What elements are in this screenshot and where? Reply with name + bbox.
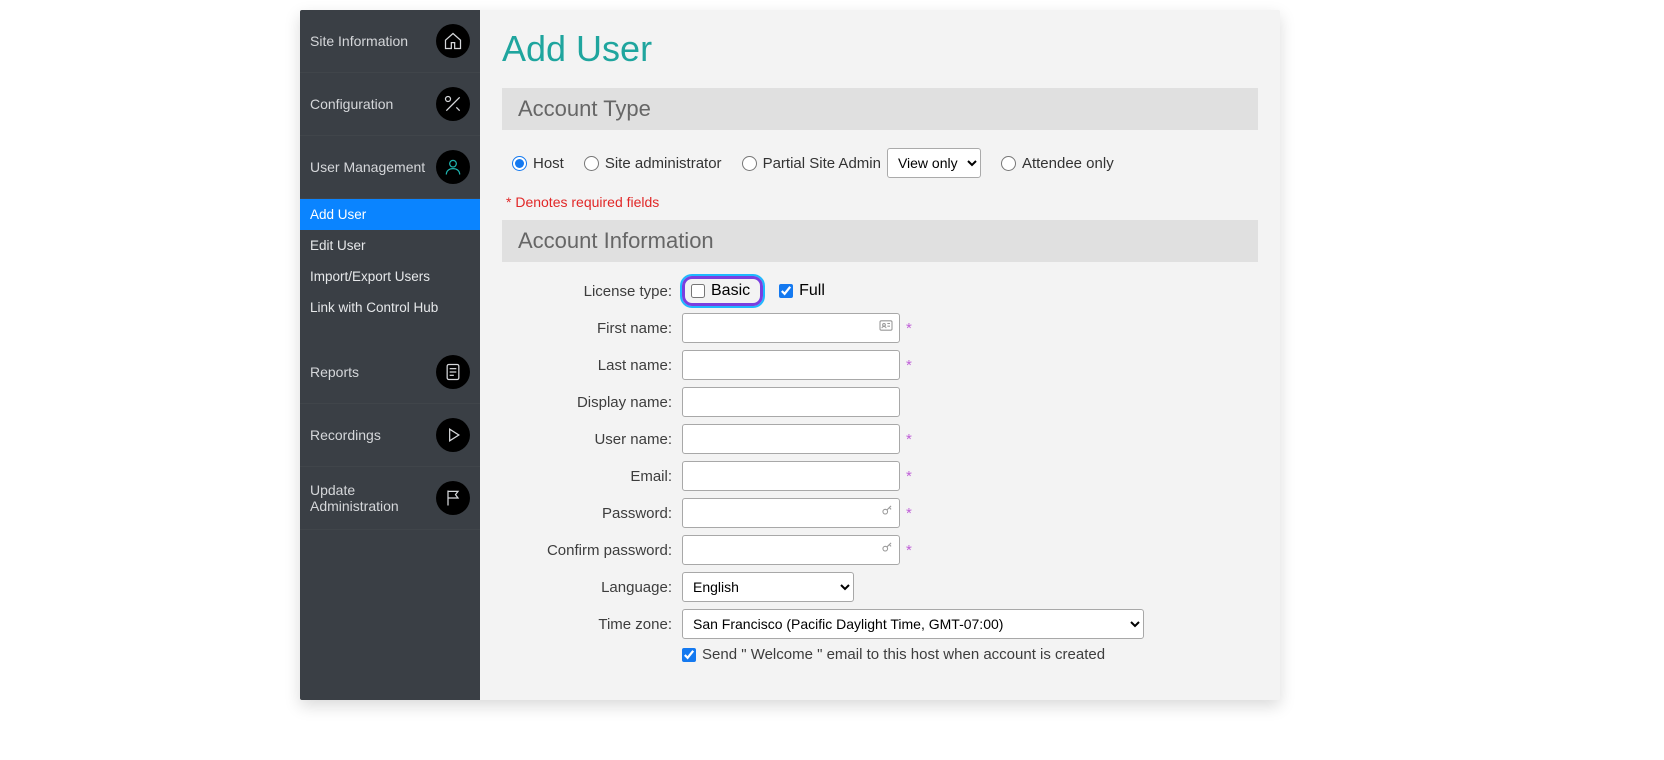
row-language: Language: English <box>502 572 1258 602</box>
radio-label: Attendee only <box>1022 155 1114 172</box>
required-asterisk: * <box>906 320 912 337</box>
radio-attendee-only[interactable]: Attendee only <box>1001 155 1114 172</box>
radio-site-administrator[interactable]: Site administrator <box>584 155 722 172</box>
sidebar-label: Configuration <box>310 96 436 112</box>
checkbox-license-basic[interactable] <box>691 284 705 298</box>
sidebar-item-configuration[interactable]: Configuration <box>300 73 480 136</box>
label-first-name: First name: <box>502 320 682 337</box>
checkbox-welcome-email[interactable] <box>682 648 696 662</box>
label-license-type: License type: <box>502 283 682 300</box>
label-timezone: Time zone: <box>502 616 682 633</box>
required-asterisk: * <box>906 357 912 374</box>
checkbox-label: Full <box>799 282 825 300</box>
required-asterisk: * <box>906 505 912 522</box>
radio-partial-site-admin[interactable]: Partial Site Admin View only <box>742 148 981 178</box>
label-confirm-password: Confirm password: <box>502 542 682 559</box>
page-title: Add User <box>502 28 1258 70</box>
input-first-name[interactable] <box>682 313 900 343</box>
account-type-row: Host Site administrator Partial Site Adm… <box>502 144 1258 194</box>
sidebar-item-user-management[interactable]: User Management <box>300 136 480 199</box>
row-email: Email: * <box>502 461 1258 491</box>
row-password: Password: * <box>502 498 1258 528</box>
required-asterisk: * <box>906 431 912 448</box>
label-last-name: Last name: <box>502 357 682 374</box>
flag-icon <box>436 481 470 515</box>
sidebar-label: Recordings <box>310 427 436 443</box>
highlight-basic-license: Basic <box>682 276 763 306</box>
radio-label: Partial Site Admin <box>763 155 881 172</box>
section-account-info-header: Account Information <box>502 220 1258 262</box>
sidebar-sub-add-user[interactable]: Add User <box>300 199 480 230</box>
main-content: Add User Account Type Host Site administ… <box>480 10 1280 700</box>
sidebar-sub-label: Edit User <box>310 238 366 253</box>
input-display-name[interactable] <box>682 387 900 417</box>
home-icon <box>436 24 470 58</box>
app-window: Site Information Configuration User Mana… <box>300 10 1280 700</box>
sidebar-label: Update Administration <box>310 482 436 514</box>
document-icon <box>436 355 470 389</box>
row-user-name: User name: * <box>502 424 1258 454</box>
sidebar: Site Information Configuration User Mana… <box>300 10 480 700</box>
sidebar-item-recordings[interactable]: Recordings <box>300 404 480 467</box>
sidebar-sub-label: Add User <box>310 207 366 222</box>
sidebar-sub-edit-user[interactable]: Edit User <box>300 230 480 261</box>
sidebar-label: User Management <box>310 159 436 175</box>
row-welcome-email: Send " Welcome " email to this host when… <box>502 646 1258 663</box>
user-icon <box>436 150 470 184</box>
required-asterisk: * <box>906 468 912 485</box>
label-display-name: Display name: <box>502 394 682 411</box>
input-password[interactable] <box>682 498 900 528</box>
sidebar-sub-import-export[interactable]: Import/Export Users <box>300 261 480 292</box>
key-icon <box>880 504 894 523</box>
row-last-name: Last name: * <box>502 350 1258 380</box>
partial-admin-select[interactable]: View only <box>887 148 981 178</box>
label-user-name: User name: <box>502 431 682 448</box>
select-timezone[interactable]: San Francisco (Pacific Daylight Time, GM… <box>682 609 1144 639</box>
required-asterisk: * <box>906 542 912 559</box>
label-email: Email: <box>502 468 682 485</box>
input-email[interactable] <box>682 461 900 491</box>
row-license-type: License type: Basic Full <box>502 276 1258 306</box>
radio-host[interactable]: Host <box>512 155 564 172</box>
radio-attendee-input[interactable] <box>1001 156 1016 171</box>
sidebar-sub-label: Import/Export Users <box>310 269 430 284</box>
row-display-name: Display name: <box>502 387 1258 417</box>
radio-host-input[interactable] <box>512 156 527 171</box>
sidebar-item-update-administration[interactable]: Update Administration <box>300 467 480 530</box>
sidebar-item-site-information[interactable]: Site Information <box>300 10 480 73</box>
sidebar-item-reports[interactable]: Reports <box>300 341 480 404</box>
key-icon <box>880 541 894 560</box>
section-account-type-header: Account Type <box>502 88 1258 130</box>
input-confirm-password[interactable] <box>682 535 900 565</box>
radio-label: Site administrator <box>605 155 722 172</box>
sidebar-label: Site Information <box>310 33 436 49</box>
checkbox-label: Basic <box>711 282 750 300</box>
input-last-name[interactable] <box>682 350 900 380</box>
row-confirm-password: Confirm password: * <box>502 535 1258 565</box>
radio-site-admin-input[interactable] <box>584 156 599 171</box>
tools-icon <box>436 87 470 121</box>
play-icon <box>436 418 470 452</box>
required-fields-note: * Denotes required fields <box>502 194 1258 220</box>
radio-label: Host <box>533 155 564 172</box>
select-language[interactable]: English <box>682 572 854 602</box>
checkbox-license-full[interactable] <box>779 284 793 298</box>
label-password: Password: <box>502 505 682 522</box>
contact-card-icon <box>878 318 894 339</box>
label-language: Language: <box>502 579 682 596</box>
sidebar-sub-label: Link with Control Hub <box>310 300 438 315</box>
radio-partial-input[interactable] <box>742 156 757 171</box>
row-first-name: First name: * <box>502 313 1258 343</box>
checkbox-label: Send " Welcome " email to this host when… <box>702 646 1105 663</box>
input-user-name[interactable] <box>682 424 900 454</box>
sidebar-sub-link-hub[interactable]: Link with Control Hub <box>300 292 480 323</box>
sidebar-label: Reports <box>310 364 436 380</box>
row-timezone: Time zone: San Francisco (Pacific Daylig… <box>502 609 1258 639</box>
